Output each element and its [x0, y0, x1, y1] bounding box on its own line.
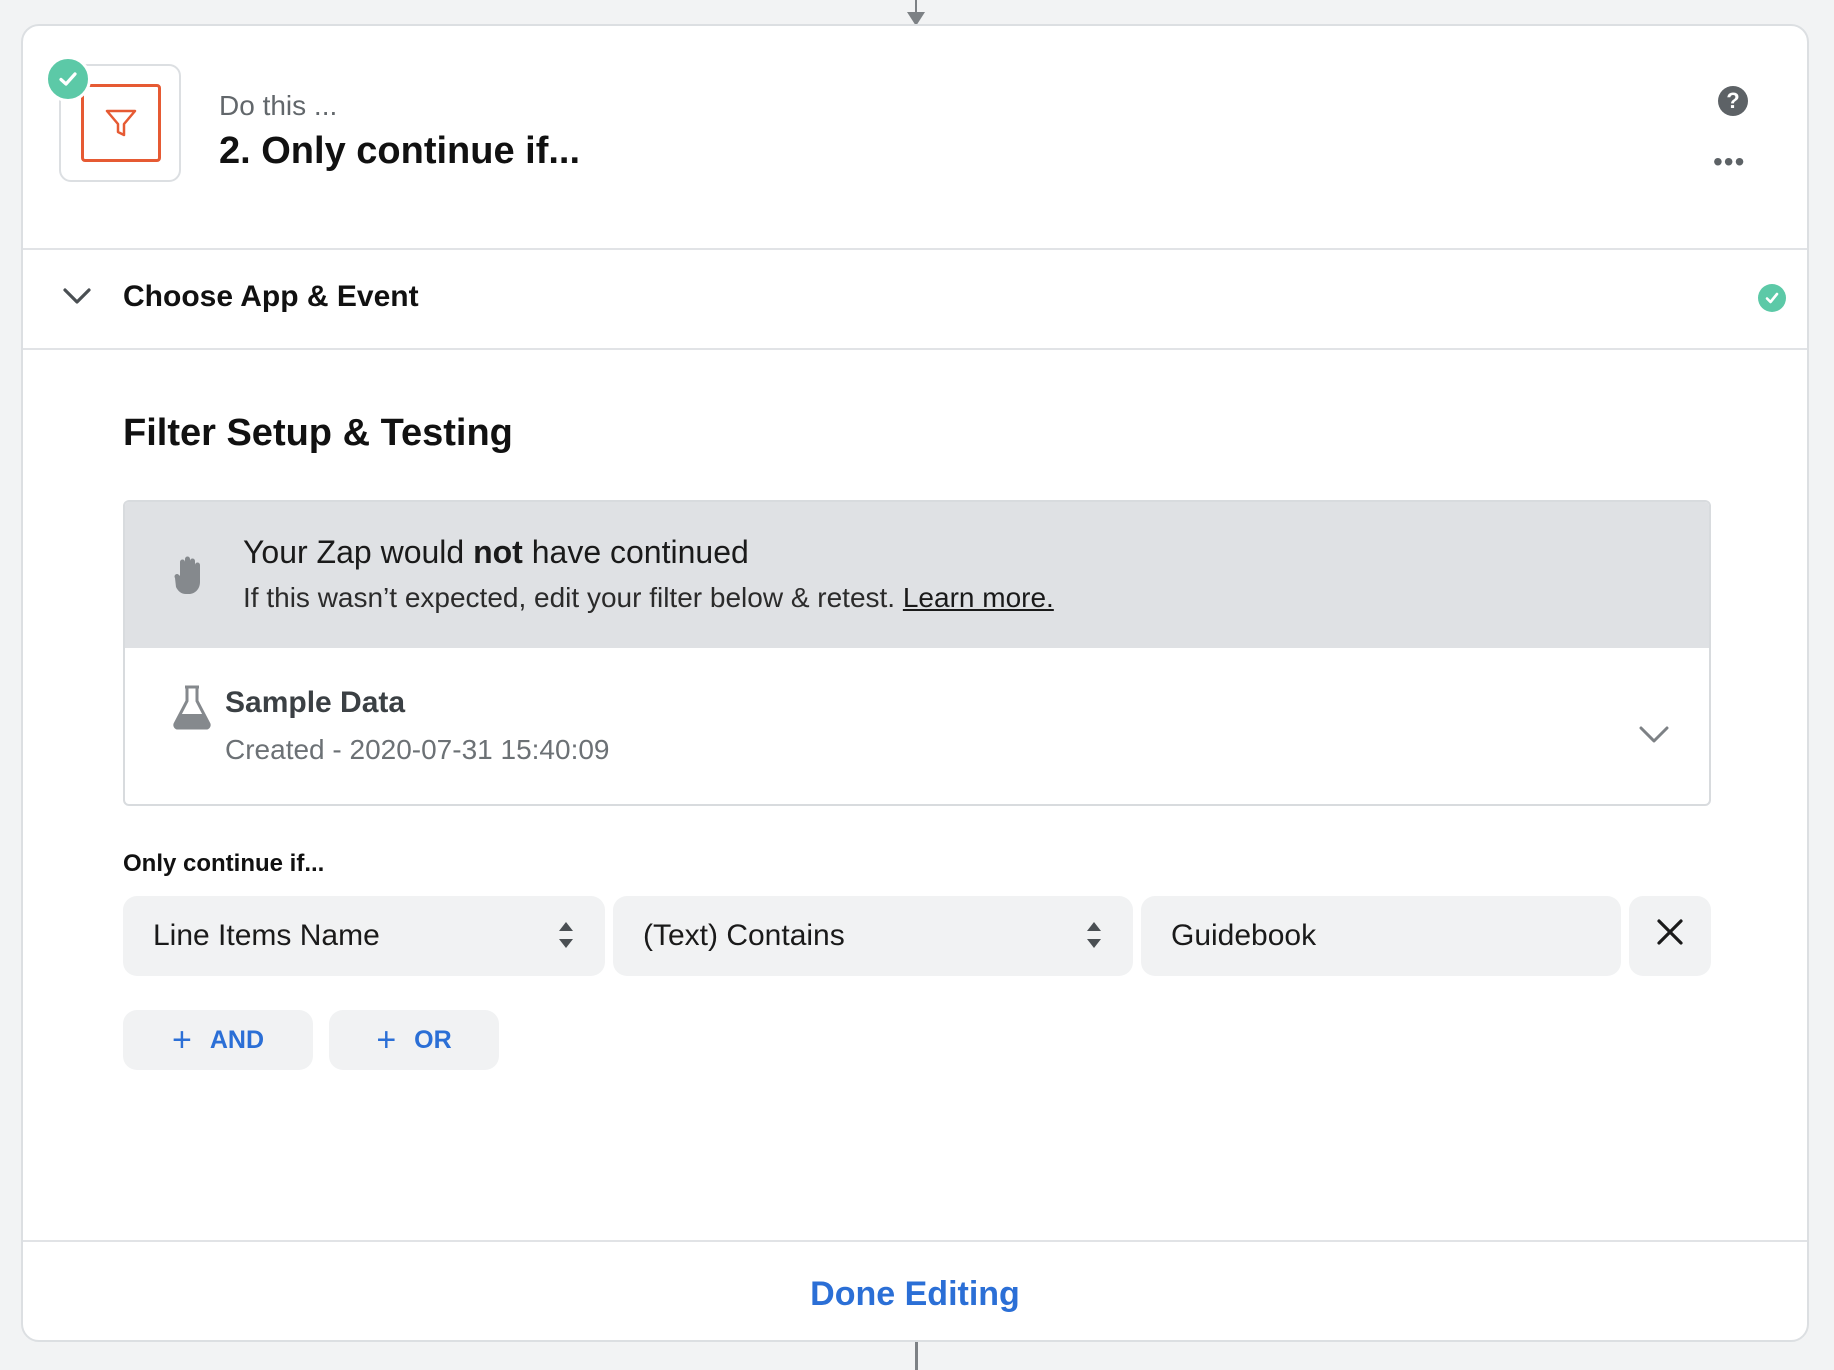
- step-header: Do this ... 2. Only continue if... ? •••: [23, 26, 1807, 250]
- connector-line-bottom: [915, 1342, 918, 1370]
- filter-funnel-icon: [81, 84, 161, 162]
- sort-updown-icon: [557, 918, 575, 960]
- filter-setup-panel: Filter Setup & Testing Your Zap would no…: [23, 350, 1807, 1242]
- chevron-down-icon[interactable]: [61, 284, 93, 313]
- operator-select[interactable]: (Text) Contains: [613, 896, 1133, 976]
- test-result-banner: Your Zap would not have continued If thi…: [125, 502, 1709, 648]
- close-icon: [1655, 917, 1685, 955]
- test-result-box: Your Zap would not have continued If thi…: [123, 500, 1711, 806]
- plus-icon: +: [376, 1021, 397, 1059]
- question-circle-icon[interactable]: ?: [1718, 86, 1748, 116]
- learn-more-link[interactable]: Learn more.: [903, 582, 1054, 613]
- test-result-subtitle: If this wasn’t expected, edit your filte…: [243, 582, 1054, 613]
- step-title[interactable]: 2. Only continue if...: [219, 130, 580, 173]
- field-select-value: Line Items Name: [153, 919, 380, 952]
- chevron-down-icon[interactable]: [1637, 722, 1671, 751]
- remove-condition-button[interactable]: [1629, 896, 1711, 976]
- test-result-title: Your Zap would not have continued: [243, 534, 749, 570]
- condition-label: Only continue if...: [123, 850, 325, 877]
- check-circle-icon: [45, 56, 91, 102]
- filter-heading: Filter Setup & Testing: [123, 412, 513, 454]
- value-input-text: Guidebook: [1171, 919, 1317, 952]
- sample-data-title: Sample Data: [225, 686, 406, 719]
- flask-icon: [171, 684, 213, 735]
- step-card: Do this ... 2. Only continue if... ? •••…: [21, 24, 1809, 1342]
- value-input[interactable]: Guidebook: [1141, 896, 1621, 976]
- sort-updown-icon: [1085, 918, 1103, 960]
- hand-stop-icon: [173, 554, 207, 601]
- add-or-button[interactable]: + OR: [329, 1010, 499, 1070]
- check-circle-icon: [1758, 284, 1786, 312]
- step-eyebrow: Do this ...: [219, 90, 338, 121]
- add-and-button[interactable]: + AND: [123, 1010, 313, 1070]
- sample-data-created: Created - 2020-07-31 15:40:09: [225, 734, 610, 765]
- plus-icon: +: [171, 1021, 192, 1059]
- operator-select-value: (Text) Contains: [643, 919, 845, 952]
- field-select[interactable]: Line Items Name: [123, 896, 605, 976]
- add-and-label: AND: [209, 1025, 265, 1054]
- section-choose-app-event[interactable]: Choose App & Event: [23, 250, 1807, 350]
- more-horizontal-icon[interactable]: •••: [1713, 148, 1745, 176]
- done-editing-button[interactable]: Done Editing: [810, 1275, 1020, 1314]
- add-or-label: OR: [414, 1025, 452, 1054]
- section-title: Choose App & Event: [123, 280, 419, 313]
- step-footer: Done Editing: [23, 1242, 1807, 1340]
